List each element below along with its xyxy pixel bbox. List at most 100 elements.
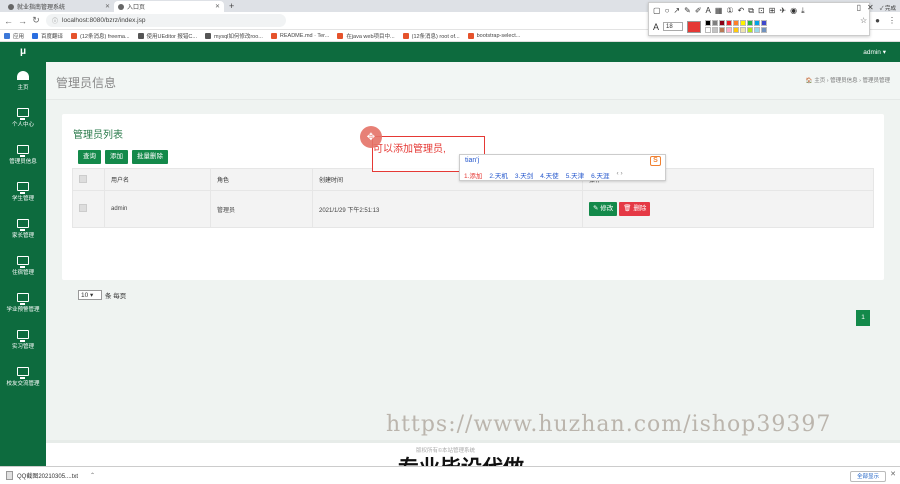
pin-icon[interactable]: ✈ xyxy=(779,6,786,15)
pagination-page-1[interactable]: 1 xyxy=(856,310,870,326)
back-icon[interactable]: ← xyxy=(4,16,13,26)
color-swatch[interactable] xyxy=(754,27,761,33)
download-icon[interactable]: ⤓ xyxy=(801,6,805,16)
done-button[interactable]: ✓ 完成 xyxy=(880,4,896,12)
batch-delete-button[interactable]: 批量删除 xyxy=(132,150,168,164)
bookmark-item[interactable]: (12条消息) root of... xyxy=(402,32,460,40)
sidebar-item[interactable]: 家长管理 xyxy=(0,210,46,247)
show-all-button[interactable]: 全部显示 xyxy=(849,471,886,482)
sidebar-item[interactable]: 主页 xyxy=(0,62,46,99)
page-size-select[interactable]: 10 ▾ xyxy=(78,290,102,300)
close-icon[interactable]: ✕ xyxy=(867,3,874,12)
ime-candidate[interactable]: 4.天使 xyxy=(540,170,558,180)
edit-button[interactable]: ✎ 修改 xyxy=(589,202,618,216)
mosaic-tool-icon[interactable]: ▦ xyxy=(715,6,723,15)
color-swatch[interactable] xyxy=(705,20,712,26)
column-header: 用户名 xyxy=(104,168,211,191)
footer-divider xyxy=(46,440,900,443)
color-swatch[interactable] xyxy=(761,27,768,33)
bookmark-item[interactable]: 百度翻译 xyxy=(32,32,63,40)
profile-icon[interactable]: ● xyxy=(875,16,880,25)
add-button[interactable]: 添加 xyxy=(105,150,128,164)
new-tab-button[interactable]: + xyxy=(224,1,239,12)
bookmark-item[interactable]: 使用UEditor 报错C... xyxy=(137,32,197,40)
color-swatch[interactable] xyxy=(747,27,754,33)
color-swatch[interactable] xyxy=(712,20,719,26)
color-swatch[interactable] xyxy=(712,27,719,33)
color-swatch[interactable] xyxy=(740,20,747,26)
ocr-icon[interactable]: ⊡ xyxy=(758,6,765,15)
color-swatch[interactable] xyxy=(761,20,768,26)
download-item[interactable]: QQ截图20210305....txt ⌃ xyxy=(6,471,95,480)
current-color-swatch[interactable] xyxy=(687,20,702,33)
globe-icon xyxy=(118,3,124,10)
reload-icon[interactable]: ↻ xyxy=(32,15,40,26)
color-palette xyxy=(705,20,768,33)
ime-candidate[interactable]: 6.天涯 xyxy=(591,170,609,180)
url-input[interactable]: ⓘ localhost:8080/bzrz/index.jsp xyxy=(46,14,286,27)
color-swatch[interactable] xyxy=(754,20,761,26)
arrow-tool-icon[interactable]: ↗ xyxy=(673,6,680,15)
ime-page-nav[interactable]: ‹ › xyxy=(617,170,623,180)
sidebar-item[interactable]: 实习管理 xyxy=(0,321,46,358)
sidebar-item[interactable]: 住宿管理 xyxy=(0,247,46,284)
bookmark-item[interactable]: mysql如何修改roo... xyxy=(204,32,263,40)
sidebar-item[interactable]: 个人中心 xyxy=(0,99,46,136)
sidebar-item[interactable]: 学业预警管理 xyxy=(0,284,46,321)
sidebar-item[interactable]: 学生管理 xyxy=(0,173,46,210)
number-tool-icon[interactable]: ① xyxy=(726,6,733,15)
save-icon[interactable]: ▯ xyxy=(857,3,861,12)
table-row: admin 管理员 2021/1/29 下午2:51:13 ✎ 修改 🗑 删除 xyxy=(72,190,874,228)
ime-candidate[interactable]: 5.天津 xyxy=(566,170,584,180)
marker-tool-icon[interactable]: ✐ xyxy=(695,6,702,15)
rectangle-tool-icon[interactable]: ▢ xyxy=(653,6,661,15)
color-swatch[interactable] xyxy=(740,27,747,33)
sidebar-item[interactable]: 校友交流管理 xyxy=(0,358,46,395)
chevron-up-icon[interactable]: ⌃ xyxy=(90,472,95,479)
bookmark-item[interactable]: 应用 xyxy=(4,32,24,40)
sidebar-item-label: 管理员信息 xyxy=(9,158,37,165)
select-all-checkbox[interactable] xyxy=(79,174,87,183)
bookmark-icon xyxy=(337,32,344,39)
menu-icon[interactable]: ⋮ xyxy=(888,16,896,25)
color-swatch[interactable] xyxy=(733,27,740,33)
color-swatch[interactable] xyxy=(719,20,726,26)
bookmark-item[interactable]: README.md · Ter... xyxy=(270,32,329,39)
user-menu[interactable]: admin ▾ xyxy=(863,48,886,56)
translate-icon[interactable]: ⊞ xyxy=(769,6,776,15)
sidebar: μ 主页 个人中心 管理员信息 学生管理 家长管理 住宿管理 学业预警管理 实习管理 校友交流管… xyxy=(0,42,46,466)
close-icon[interactable]: ✕ xyxy=(890,470,896,478)
delete-button[interactable]: 🗑 删除 xyxy=(619,202,651,216)
row-checkbox[interactable] xyxy=(79,204,87,212)
color-swatch[interactable] xyxy=(726,27,733,33)
color-swatch[interactable] xyxy=(733,20,740,26)
browser-tab-active[interactable]: 入口页 ✕ xyxy=(114,1,224,12)
bookmark-item[interactable]: (12条消息) freema... xyxy=(71,32,130,40)
ime-candidate[interactable]: 3.天剑 xyxy=(515,170,533,180)
ellipse-tool-icon[interactable]: ○ xyxy=(665,6,670,15)
star-icon[interactable]: ☆ xyxy=(860,16,867,25)
color-swatch[interactable] xyxy=(726,20,733,26)
copy-icon[interactable]: ⧉ xyxy=(748,6,754,16)
close-icon[interactable]: ✕ xyxy=(105,3,110,10)
close-icon[interactable]: ✕ xyxy=(215,3,220,10)
query-button[interactable]: 查询 xyxy=(78,150,101,164)
ime-candidate[interactable]: 2.天机 xyxy=(489,170,507,180)
info-icon[interactable]: ⓘ xyxy=(52,16,58,25)
forward-icon[interactable]: → xyxy=(18,16,27,26)
undo-icon[interactable]: ↶ xyxy=(738,6,745,15)
color-swatch[interactable] xyxy=(747,20,754,26)
file-icon xyxy=(6,471,13,480)
bookmark-item[interactable]: 在java web项目中... xyxy=(337,32,395,40)
record-icon[interactable]: ◉ xyxy=(790,6,797,15)
ime-candidate[interactable]: 1.添加 xyxy=(464,170,482,180)
sidebar-item[interactable]: 管理员信息 xyxy=(0,136,46,173)
font-size-select[interactable]: 18 xyxy=(663,22,684,31)
color-swatch[interactable] xyxy=(719,27,726,33)
color-swatch[interactable] xyxy=(705,27,712,33)
breadcrumb[interactable]: 🏠 主页 › 管理员信息 › 管理员管理 xyxy=(806,76,890,84)
text-tool-icon[interactable]: A xyxy=(706,6,711,15)
browser-tab[interactable]: 就业指南管理系统 ✕ xyxy=(4,1,114,12)
bookmark-item[interactable]: bootstrap-select... xyxy=(467,32,520,39)
pen-tool-icon[interactable]: ✎ xyxy=(684,6,691,15)
